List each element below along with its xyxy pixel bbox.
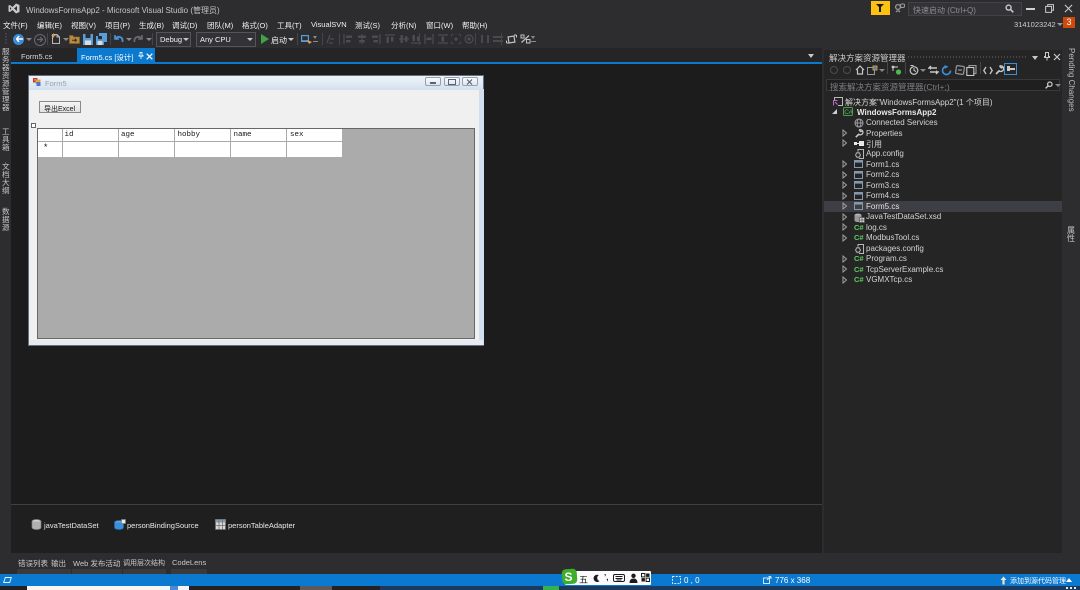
- svg-text:C#: C#: [844, 109, 853, 116]
